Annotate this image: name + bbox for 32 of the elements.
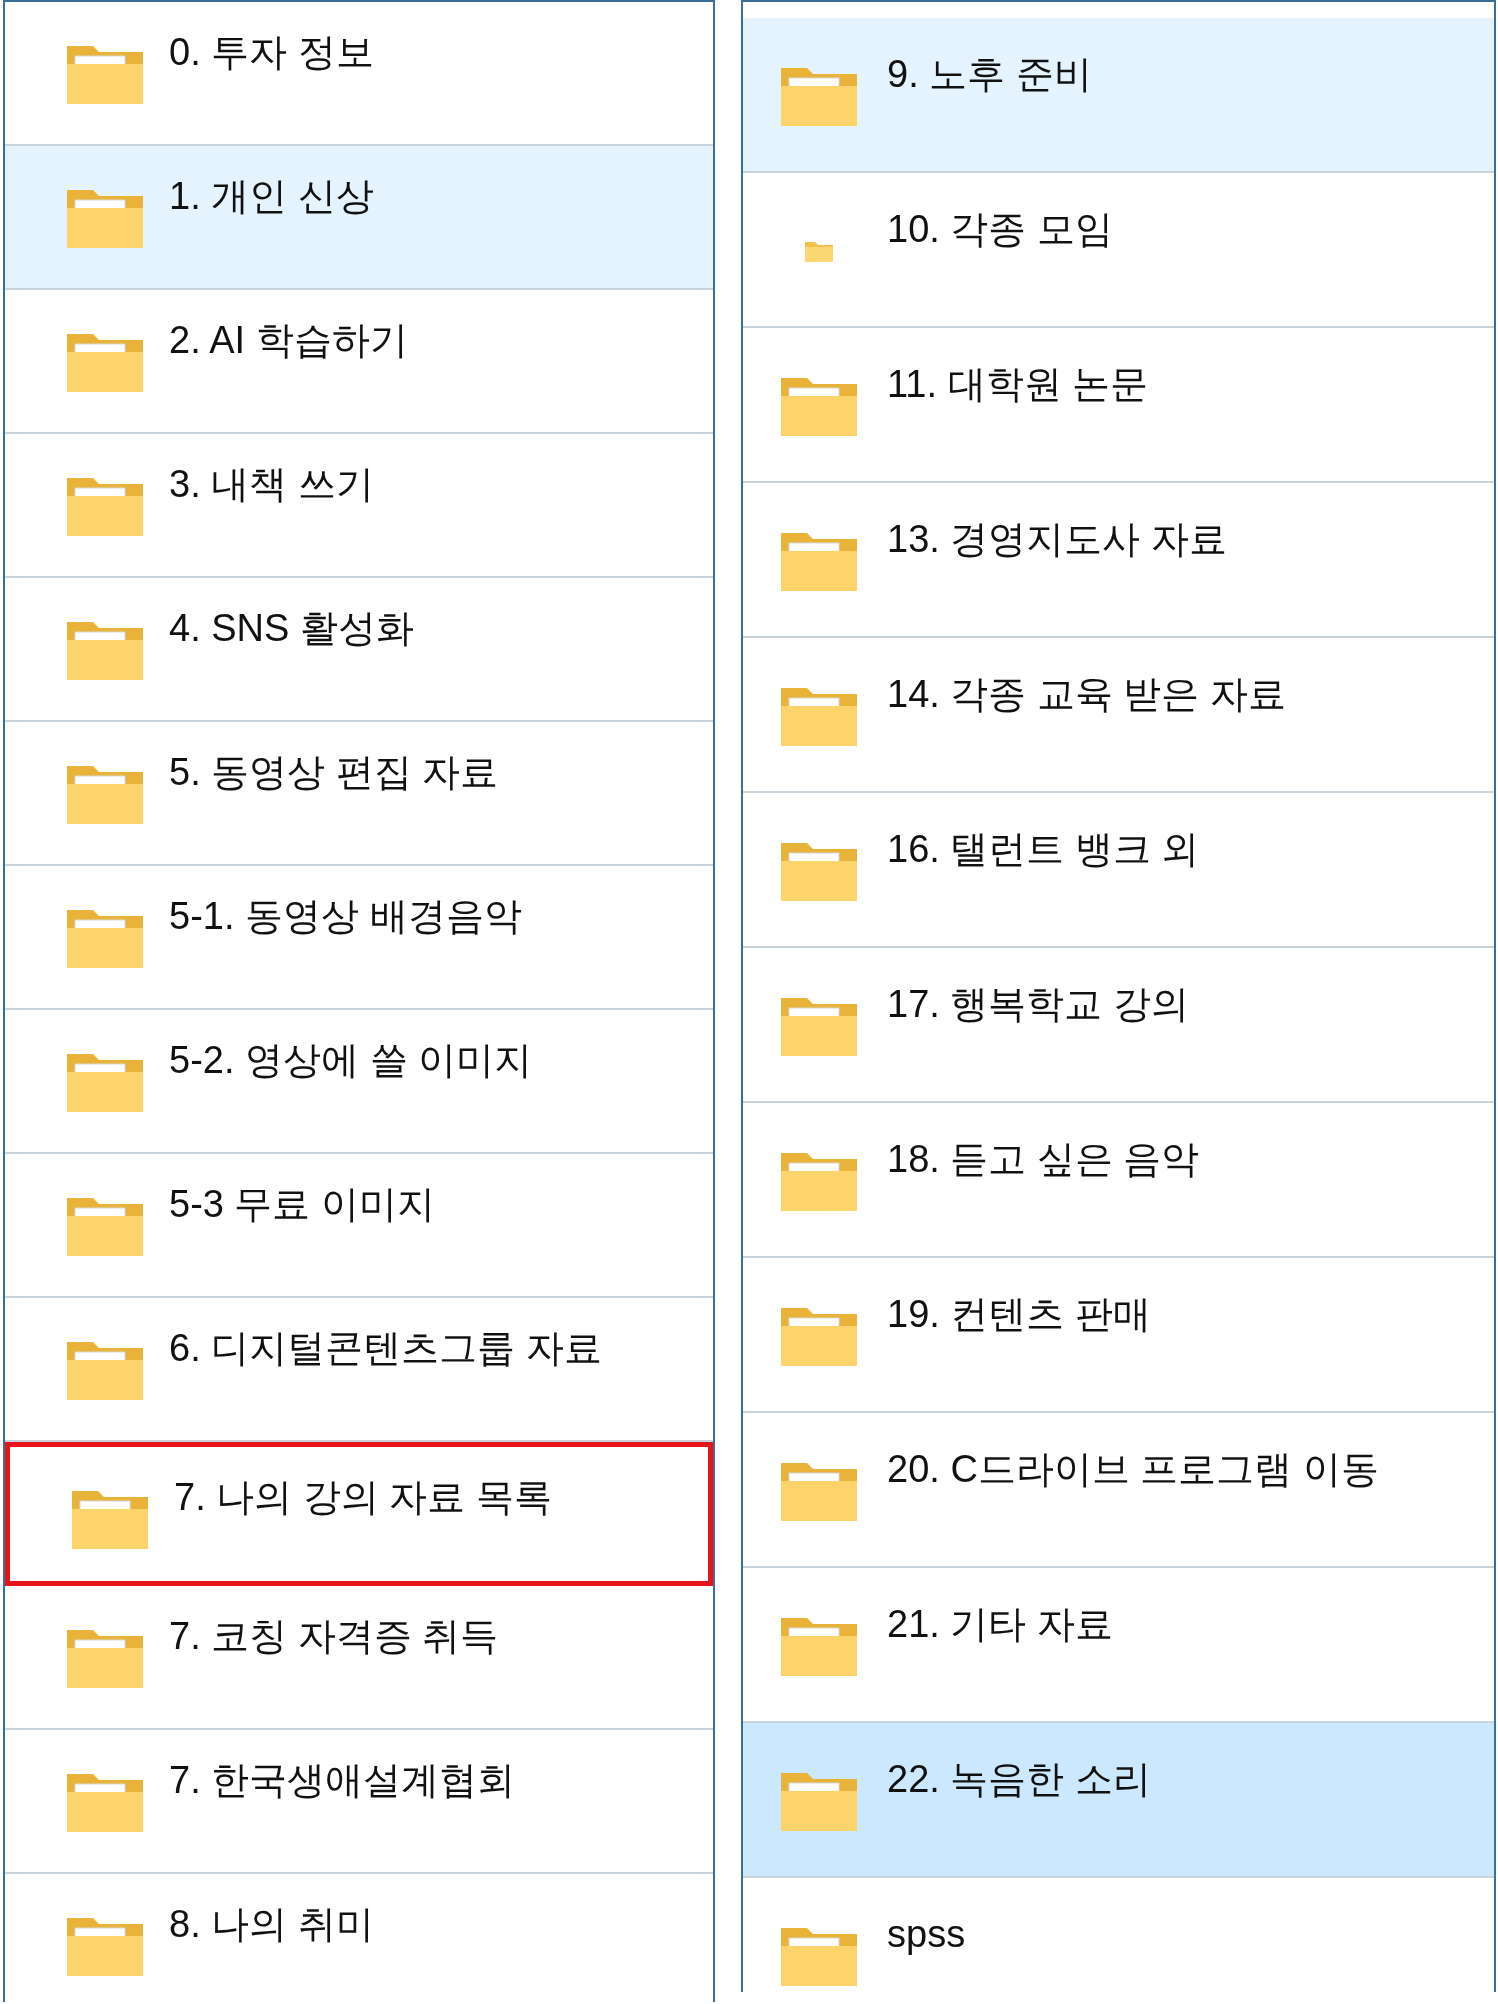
folder-name: 11. 대학원 논문 (887, 362, 1149, 407)
folder-name: 20. C드라이브 프로그램 이동 (887, 1447, 1379, 1492)
folder-name: 19. 컨텐츠 판매 (887, 1292, 1151, 1337)
folder-name: 21. 기타 자료 (887, 1602, 1113, 1647)
folder-name: 17. 행복학교 강의 (887, 982, 1189, 1027)
folder-item[interactable]: 9. 노후 준비 (743, 18, 1494, 173)
folder-item[interactable]: 7. 나의 강의 자료 목록 (5, 1442, 713, 1586)
folder-name: 16. 탤런트 뱅크 외 (887, 827, 1200, 872)
folder-name: 18. 듣고 싶은 음악 (887, 1137, 1200, 1182)
folder-name: spss (887, 1912, 966, 1957)
folder-name: 10. 각종 모임 (887, 207, 1113, 252)
folder-name: 5-2. 영상에 쓸 이미지 (169, 1038, 533, 1083)
folder-name: 2. AI 학습하기 (169, 318, 408, 363)
folder-name: 9. 노후 준비 (887, 52, 1092, 97)
folder-name: 13. 경영지도사 자료 (887, 517, 1227, 562)
folder-item[interactable]: 1. 개인 신상 (5, 146, 713, 290)
folder-name: 3. 내책 쓰기 (169, 462, 374, 507)
folder-name: 4. SNS 활성화 (169, 606, 414, 651)
folder-name: 0. 투자 정보 (169, 30, 374, 75)
folder-icon (804, 239, 834, 263)
folder-name: 5-3 무료 이미지 (169, 1182, 436, 1227)
folder-name: 5. 동영상 편집 자료 (169, 750, 499, 795)
folder-name: 22. 녹음한 소리 (887, 1757, 1151, 1802)
folder-name: 7. 나의 강의 자료 목록 (174, 1475, 552, 1520)
folder-name: 7. 코칭 자격증 취득 (169, 1614, 499, 1659)
folder-item[interactable]: 22. 녹음한 소리 (743, 1723, 1494, 1878)
folder-name: 8. 나의 취미 (169, 1902, 374, 1947)
folder-name: 7. 한국생애설계협회 (169, 1758, 516, 1803)
folder-name: 14. 각종 교육 받은 자료 (887, 672, 1287, 717)
folder-name: 5-1. 동영상 배경음악 (169, 894, 522, 939)
folder-name: 1. 개인 신상 (169, 174, 374, 219)
folder-name: 6. 디지털콘텐츠그룹 자료 (169, 1326, 602, 1371)
